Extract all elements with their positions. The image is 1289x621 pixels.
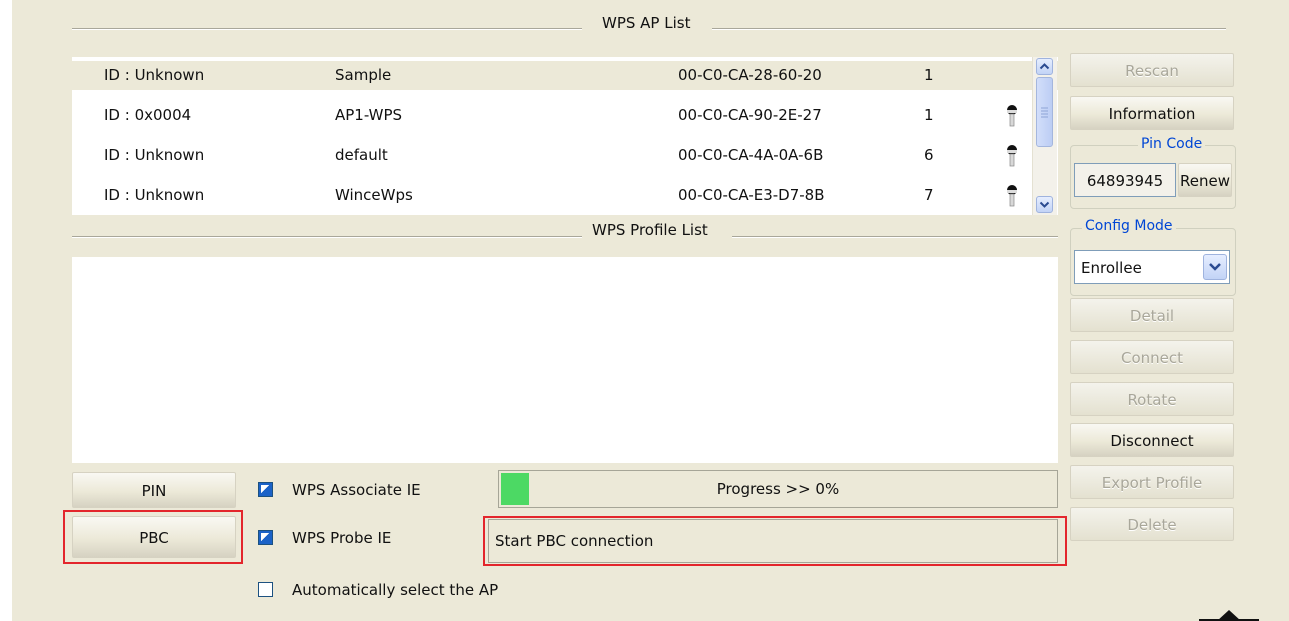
ap-id: ID : Unknown [104,146,205,164]
ap-row[interactable]: ID : Unknown Sample 00-C0-CA-28-60-20 1 [72,61,1058,90]
scroll-thumb[interactable] [1036,77,1053,147]
ap-id: ID : Unknown [104,186,205,204]
ap-channel: 7 [924,186,934,204]
chevron-up-icon [1039,63,1050,70]
wps-probe-ie-checkbox[interactable] [258,530,273,545]
ap-id: ID : Unknown [104,66,205,84]
detail-button[interactable]: Detail [1070,298,1234,332]
ap-ssid: AP1-WPS [335,106,403,124]
pin-code-value: 64893945 [1074,163,1176,197]
config-mode-label: Config Mode [1082,218,1176,234]
ap-list-group-line-left [72,28,582,29]
ap-bssid: 00-C0-CA-4A-0A-6B [678,146,824,164]
ap-id: ID : 0x0004 [104,106,192,124]
ap-list[interactable]: ID : Unknown Sample 00-C0-CA-28-60-20 1 … [72,57,1058,215]
progress-bar: Progress >> 0% [498,470,1058,508]
pin-button[interactable]: PIN [72,472,236,508]
ap-ssid: Sample [335,66,392,84]
ap-bssid: 00-C0-CA-28-60-20 [678,66,822,84]
renew-button[interactable]: Renew [1178,163,1232,197]
profile-list-group-line-left [72,236,582,237]
profile-list-title: WPS Profile List [586,221,714,239]
config-mode-value: Enrollee [1081,259,1142,277]
disconnect-button[interactable]: Disconnect [1070,423,1234,457]
ap-bssid: 00-C0-CA-E3-D7-8B [678,186,825,204]
ap-ssid: default [335,146,388,164]
wps-panel: WPS AP List ID : Unknown Sample 00-C0-CA… [12,0,1289,621]
ap-channel: 6 [924,146,934,164]
ap-row[interactable]: ID : 0x0004 AP1-WPS 00-C0-CA-90-2E-27 1 [72,101,1058,130]
rescan-button[interactable]: Rescan [1070,53,1234,87]
grip-icon [1041,107,1048,118]
rotate-button[interactable]: Rotate [1070,382,1234,416]
ap-list-group-line-right [712,28,1226,29]
config-mode-select[interactable]: Enrollee [1074,250,1230,284]
ap-list-title: WPS AP List [596,14,697,32]
scroll-up-button[interactable] [1036,58,1053,75]
ap-list-scrollbar[interactable] [1032,57,1057,215]
lock-icon [1007,145,1017,167]
ap-row[interactable]: ID : Unknown default 00-C0-CA-4A-0A-6B 6 [72,141,1058,170]
pbc-highlight-box [63,510,243,564]
chevron-down-icon [1039,201,1050,208]
ap-channel: 1 [924,106,934,124]
delete-button[interactable]: Delete [1070,507,1234,541]
ap-channel: 1 [924,66,934,84]
profile-list-group-line-right [732,236,1058,237]
ap-row[interactable]: ID : Unknown WinceWps 00-C0-CA-E3-D7-8B … [72,181,1058,210]
ap-ssid: WinceWps [335,186,413,204]
wps-associate-ie-checkbox[interactable] [258,482,273,497]
chevron-down-icon [1209,263,1221,271]
connect-button[interactable]: Connect [1070,340,1234,374]
scroll-down-button[interactable] [1036,196,1053,213]
export-profile-button[interactable]: Export Profile [1070,465,1234,499]
information-button[interactable]: Information [1070,96,1234,130]
profile-list[interactable] [72,257,1058,463]
progress-text: Progress >> 0% [716,480,840,498]
dropdown-button[interactable] [1203,254,1227,280]
arrow-up-icon [1199,610,1259,621]
lock-icon [1007,105,1017,127]
pin-code-label: Pin Code [1138,136,1206,152]
lock-icon [1007,185,1017,207]
wps-associate-ie-label: WPS Associate IE [292,481,421,499]
wps-probe-ie-label: WPS Probe IE [292,529,392,547]
ap-bssid: 00-C0-CA-90-2E-27 [678,106,822,124]
auto-select-ap-checkbox[interactable] [258,582,273,597]
auto-select-ap-label: Automatically select the AP [292,581,499,599]
status-highlight-box [483,516,1067,566]
